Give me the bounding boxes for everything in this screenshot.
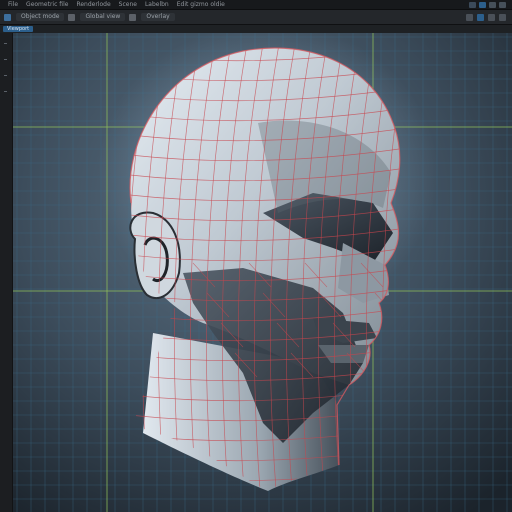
3d-viewport[interactable]	[13, 33, 512, 512]
menu-edit[interactable]: Edit gizmo oldie	[177, 1, 225, 8]
app-icon[interactable]	[469, 1, 476, 8]
globe-icon[interactable]	[489, 1, 496, 8]
tool-select[interactable]	[4, 43, 7, 44]
mode-dropdown[interactable]: Object mode	[16, 13, 65, 21]
viewport-canvas[interactable]	[13, 33, 512, 512]
search-icon[interactable]	[466, 13, 473, 21]
render-shading-icon[interactable]	[499, 13, 506, 21]
menu-render[interactable]: Renderlode	[76, 1, 110, 8]
overlay-dropdown[interactable]: Overlay	[141, 13, 175, 21]
menu-file[interactable]: File	[8, 1, 18, 8]
grid-icon[interactable]	[68, 13, 76, 21]
menu-scene[interactable]: Scene	[119, 1, 137, 8]
left-toolbar[interactable]	[0, 33, 13, 512]
menu-label[interactable]: Labelbn	[145, 1, 169, 8]
header-toolbar: Object mode Global view Overlay	[0, 10, 512, 25]
viewport-tab[interactable]: Viewport	[3, 26, 34, 32]
tool-scale[interactable]	[4, 91, 7, 92]
wire-shading-icon[interactable]	[488, 13, 495, 21]
solid-shading-icon[interactable]	[477, 13, 484, 21]
viewport-icon[interactable]	[479, 1, 486, 8]
viewport-subheader: Viewport	[0, 25, 512, 33]
tool-move[interactable]	[4, 59, 7, 60]
view-dropdown[interactable]: Global view	[80, 13, 126, 21]
menu-geometric-file[interactable]: Geometric file	[26, 1, 68, 8]
menu-bar: File Geometric file Renderlode Scene Lab…	[0, 0, 512, 10]
shading-icon[interactable]	[129, 13, 137, 21]
editor-type-icon[interactable]	[4, 13, 11, 21]
close-icon[interactable]	[499, 1, 506, 8]
tool-rotate[interactable]	[4, 75, 7, 76]
